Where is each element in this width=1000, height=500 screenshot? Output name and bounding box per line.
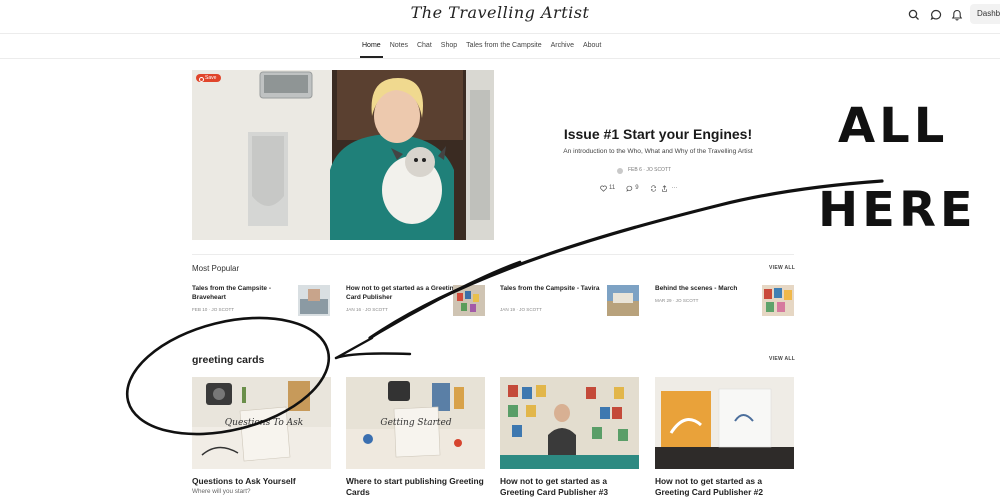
thumbnail-image [607, 285, 639, 316]
popular-post-item[interactable]: Behind the scenes - March MAR 29 · JO SC… [655, 285, 803, 325]
card-illustration-text: Questions To Ask [225, 418, 303, 428]
popular-post-thumbnail[interactable] [607, 285, 639, 316]
post-photo [500, 377, 639, 469]
nav-notes[interactable]: Notes [390, 42, 408, 49]
popular-post-thumbnail[interactable] [453, 285, 485, 316]
heart-icon [600, 185, 607, 192]
greeting-card-post[interactable]: How not to get started as a Greeting Car… [500, 377, 639, 498]
post-title[interactable]: Where to start publishing Greeting Cards [346, 476, 485, 498]
search-icon[interactable] [907, 8, 921, 22]
popular-post-thumbnail[interactable] [762, 285, 794, 316]
most-popular-title: Most Popular [192, 264, 240, 273]
hero-post-image[interactable]: Save [192, 70, 494, 240]
post-photo: Questions To Ask [192, 377, 331, 469]
greeting-cards-view-all[interactable]: VIEW ALL [769, 356, 795, 362]
most-popular-view-all[interactable]: VIEW ALL [769, 265, 795, 271]
bell-icon[interactable] [950, 8, 964, 22]
like-count: 11 [609, 185, 616, 191]
nav-home[interactable]: Home [360, 42, 383, 58]
annotation-text-line-1: ALL [838, 98, 949, 154]
hero-post-title[interactable]: Issue #1 Start your Engines! [500, 126, 816, 142]
site-logo[interactable]: The Travelling Artist [410, 3, 590, 22]
nav-chat[interactable]: Chat [417, 42, 432, 49]
post-image[interactable] [655, 377, 794, 469]
nav-tales-from-the-campsite[interactable]: Tales from the Campsite [466, 42, 541, 49]
page: The Travelling Artist Dashb Home Notes C… [0, 0, 1000, 500]
greeting-card-post[interactable]: How not to get started as a Greeting Car… [655, 377, 794, 498]
hero-photo [192, 70, 494, 240]
popular-post-title[interactable]: Tales from the Campsite - Braveheart [192, 285, 296, 302]
nav-shop[interactable]: Shop [441, 42, 457, 49]
post-image[interactable] [500, 377, 639, 469]
popular-post-meta: MAR 29 · JO SCOTT [655, 298, 699, 303]
comment-count: 9 [635, 185, 639, 191]
thumbnail-image [453, 285, 485, 316]
annotation-text-line-2: HERE [818, 182, 977, 238]
popular-post-item[interactable]: Tales from the Campsite - Tavira JAN 19 … [500, 285, 648, 325]
hero-post-byline[interactable]: FEB 6 · JO SCOTT [628, 167, 671, 173]
post-title[interactable]: Questions to Ask Yourself [192, 476, 331, 487]
nav-about[interactable]: About [583, 42, 601, 49]
popular-post-thumbnail[interactable] [298, 285, 330, 316]
section-divider [192, 254, 794, 255]
arrow-head [334, 352, 412, 360]
more-options-button[interactable]: ··· [672, 185, 678, 191]
popular-post-meta: JAN 16 · JO SCOTT [346, 307, 388, 312]
post-title[interactable]: How not to get started as a Greeting Car… [655, 476, 794, 498]
post-image[interactable]: Questions To Ask [192, 377, 331, 469]
thumbnail-image [298, 285, 330, 316]
popular-post-meta: FEB 10 · JO SCOTT [192, 307, 235, 312]
post-photo [655, 377, 794, 469]
chat-bubble-icon[interactable] [929, 8, 943, 22]
save-badge[interactable]: Save [196, 74, 222, 82]
greeting-card-post[interactable]: Questions To Ask Questions to Ask Yourse… [192, 377, 331, 495]
comment-button[interactable]: 9 [626, 185, 639, 192]
restack-icon [650, 185, 656, 192]
dashboard-button[interactable]: Dashb [970, 4, 1000, 24]
site-header: The Travelling Artist Dashb [0, 0, 1000, 34]
nav-archive[interactable]: Archive [551, 42, 574, 49]
post-title[interactable]: How not to get started as a Greeting Car… [500, 476, 639, 498]
share-icon [661, 185, 667, 192]
popular-post-item[interactable]: How not to get started as a Greeting Car… [346, 285, 494, 325]
post-image[interactable]: Getting Started [346, 377, 485, 469]
greeting-card-post[interactable]: Getting Started Where to start publishin… [346, 377, 485, 498]
post-actions: 11 9 ··· [600, 185, 678, 192]
like-button[interactable]: 11 [600, 185, 616, 192]
thumbnail-image [762, 285, 794, 316]
popular-post-title[interactable]: Tales from the Campsite - Tavira [500, 285, 604, 294]
greeting-cards-title[interactable]: greeting cards [192, 354, 264, 366]
popular-post-title[interactable]: Behind the scenes - March [655, 285, 759, 294]
post-subtitle: Where will you start? [192, 488, 251, 495]
main-nav: Home Notes Chat Shop Tales from the Camp… [0, 35, 1000, 59]
post-photo: Getting Started [346, 377, 485, 469]
popular-post-title[interactable]: How not to get started as a Greeting Car… [346, 285, 468, 302]
hero-post-subtitle: An introduction to the Who, What and Why… [563, 148, 753, 155]
popular-post-meta: JAN 19 · JO SCOTT [500, 307, 542, 312]
popular-post-item[interactable]: Tales from the Campsite - Braveheart FEB… [192, 285, 340, 325]
author-avatar[interactable] [617, 168, 623, 174]
card-illustration-text: Getting Started [380, 418, 451, 428]
comment-icon [626, 185, 633, 192]
